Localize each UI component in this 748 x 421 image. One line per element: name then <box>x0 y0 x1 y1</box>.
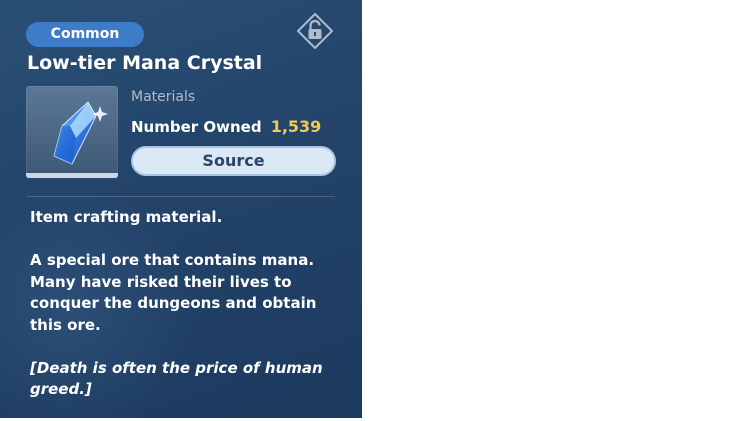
item-detail-panel: Common Low-tier Mana Crystal Materials N… <box>0 0 362 418</box>
owned-count: 1,539 <box>270 117 322 136</box>
mana-crystal-icon <box>53 101 108 165</box>
unlocked-padlock-icon <box>296 12 334 50</box>
item-thumbnail <box>26 86 118 178</box>
source-button[interactable]: Source <box>131 146 336 176</box>
description-quote: [Death is often the price of human greed… <box>30 358 323 399</box>
owned-label: Number Owned <box>131 118 262 136</box>
item-category: Materials <box>131 89 196 105</box>
owned-count-row: Number Owned 1,539 <box>131 117 321 136</box>
rarity-badge: Common <box>26 22 144 47</box>
divider <box>27 196 335 197</box>
thumbnail-rarity-bar <box>26 173 118 178</box>
item-description: Item crafting material. A special ore th… <box>30 207 340 401</box>
description-summary: Item crafting material. <box>30 208 223 226</box>
item-name: Low-tier Mana Crystal <box>27 52 263 74</box>
lock-button[interactable] <box>296 12 334 50</box>
description-lore: A special ore that contains mana. Many h… <box>30 251 317 334</box>
